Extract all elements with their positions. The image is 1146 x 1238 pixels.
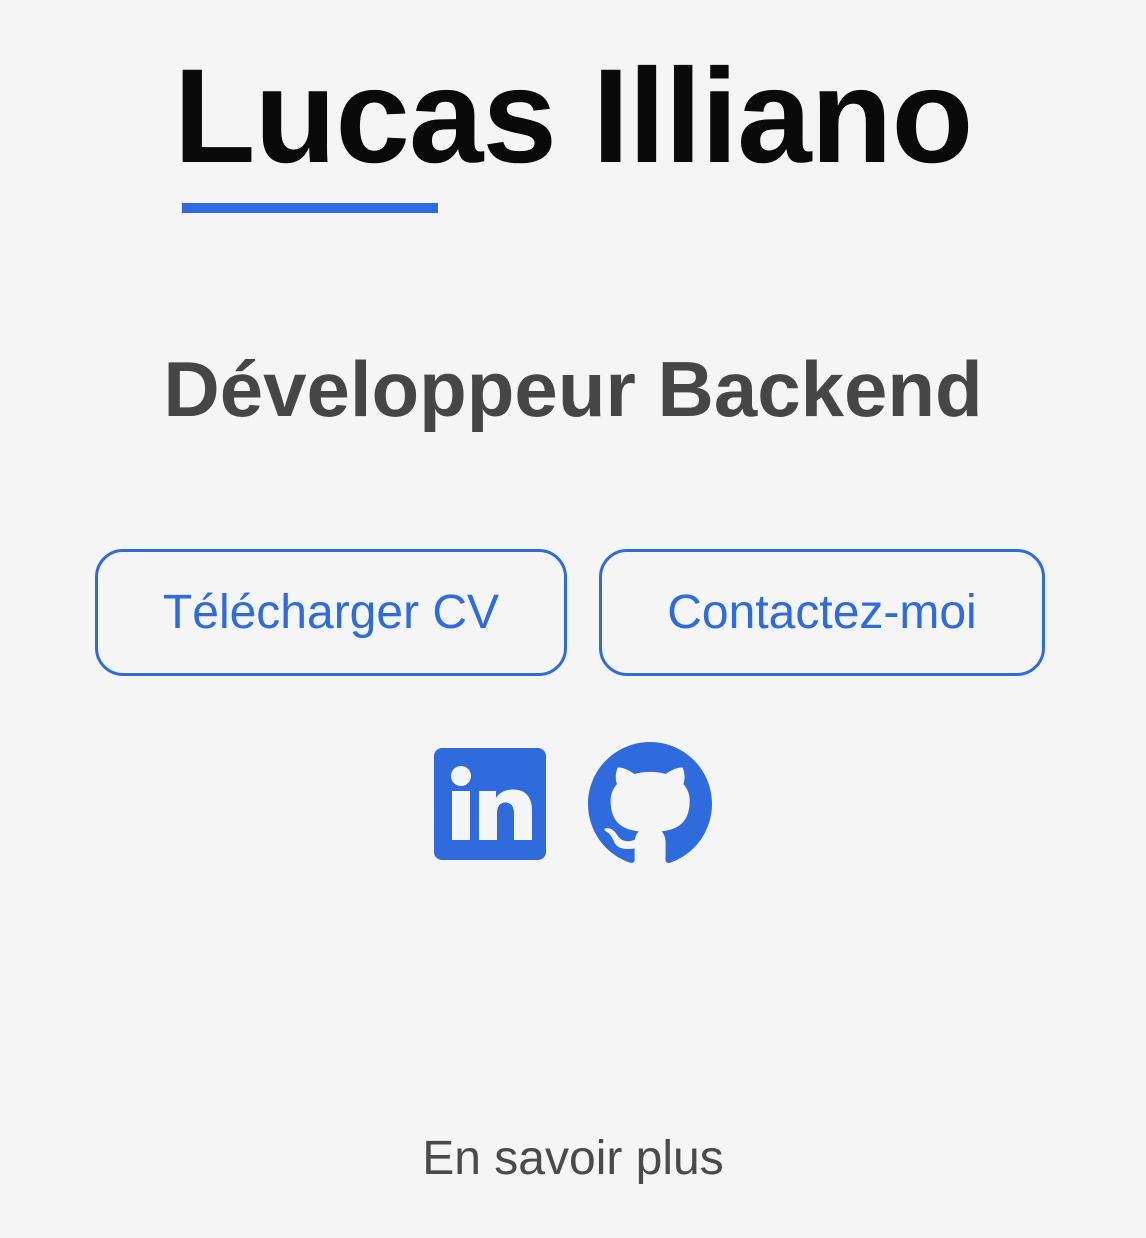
github-icon	[588, 742, 712, 863]
download-cv-button[interactable]: Télécharger CV	[95, 549, 567, 676]
page-title: Lucas Illiano	[173, 42, 974, 191]
hero-section: Lucas Illiano Développeur Backend Téléch…	[0, 0, 1146, 1238]
linkedin-icon	[434, 748, 546, 860]
linkedin-link[interactable]	[434, 748, 546, 860]
github-link[interactable]	[588, 742, 712, 866]
title-underline	[182, 203, 438, 213]
contact-button[interactable]: Contactez-moi	[599, 549, 1045, 676]
contact-button-label: Contactez-moi	[667, 586, 977, 639]
job-title: Développeur Backend	[163, 345, 983, 433]
learn-more-link[interactable]: En savoir plus	[0, 1130, 1146, 1188]
download-cv-button-label: Télécharger CV	[162, 586, 500, 639]
